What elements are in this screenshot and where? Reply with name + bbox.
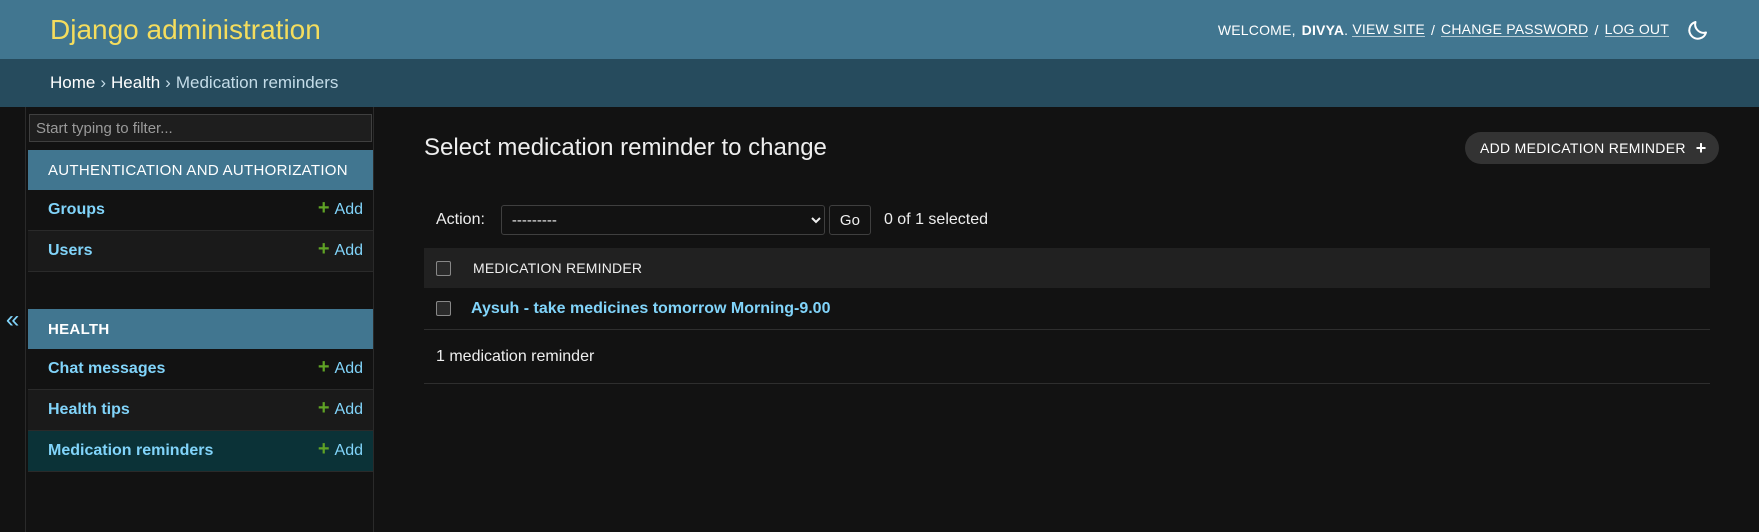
action-counter: 0 of 1 selected: [883, 211, 989, 228]
sidebar-item-groups: Groups + Add: [28, 190, 373, 231]
module-caption-health[interactable]: HEALTH: [28, 309, 373, 349]
add-label: Add: [334, 242, 363, 259]
add-label: Add: [334, 201, 363, 218]
breadcrumb-home[interactable]: Home: [50, 73, 95, 93]
username: DIVYA: [1301, 21, 1345, 38]
plus-icon: +: [317, 356, 330, 378]
breadcrumb-current: Medication reminders: [175, 73, 339, 92]
action-label: Action:: [436, 211, 485, 228]
separator: /: [1594, 21, 1599, 38]
page-title: Select medication reminder to change: [424, 134, 827, 161]
header: Django administration WELCOME, DIVYA. VI…: [0, 0, 1759, 59]
user-tools: WELCOME, DIVYA. VIEW SITE / CHANGE PASSW…: [1218, 17, 1711, 43]
breadcrumb: Home › Health › Medication reminders: [0, 59, 1759, 107]
toggle-sidebar-button[interactable]: «: [0, 107, 26, 532]
double-chevron-left-icon: «: [5, 305, 20, 333]
sidebar-item-users-link[interactable]: Users: [48, 242, 92, 260]
add-label: Add: [334, 442, 363, 459]
column-header-medication-reminder[interactable]: MEDICATION REMINDER: [473, 260, 642, 276]
site-name[interactable]: Django administration: [50, 14, 321, 46]
actions-bar: Action: --------- Go 0 of 1 selected: [424, 205, 988, 235]
action-select[interactable]: ---------: [500, 205, 825, 235]
add-label: Add: [334, 401, 363, 418]
sidebar-item-medication-reminders-link[interactable]: Medication reminders: [48, 442, 213, 460]
add-label: Add: [334, 360, 363, 377]
add-button-label: ADD MEDICATION REMINDER: [1480, 140, 1686, 156]
row-checkbox[interactable]: [436, 301, 451, 316]
select-all-checkbox[interactable]: [436, 260, 451, 276]
change-password-link[interactable]: CHANGE PASSWORD: [1441, 22, 1589, 37]
add-groups-link[interactable]: + Add: [317, 197, 363, 219]
nav-filter-input[interactable]: [29, 114, 372, 142]
sidebar-item-groups-link[interactable]: Groups: [48, 201, 105, 219]
separator: /: [1430, 21, 1436, 38]
table-header: MEDICATION REMINDER: [424, 248, 1710, 288]
add-medication-reminder-button[interactable]: ADD MEDICATION REMINDER +: [1465, 132, 1719, 164]
moon-icon: [1688, 20, 1707, 40]
table-row: Aysuh - take medicines tomorrow Morning-…: [424, 288, 1710, 330]
add-chat-messages-link[interactable]: + Add: [317, 356, 363, 378]
module-caption-auth[interactable]: AUTHENTICATION AND AUTHORIZATION: [28, 150, 373, 190]
plus-icon: +: [317, 397, 330, 419]
plus-icon: +: [1695, 137, 1707, 158]
sidebar: AUTHENTICATION AND AUTHORIZATION Groups …: [28, 107, 374, 532]
add-health-tips-link[interactable]: + Add: [317, 397, 363, 419]
plus-icon: +: [317, 438, 330, 460]
breadcrumb-health[interactable]: Health: [111, 73, 160, 93]
sidebar-item-users: Users + Add: [28, 231, 373, 272]
breadcrumb-separator: ›: [165, 73, 171, 92]
sidebar-item-chat-messages: Chat messages + Add: [28, 349, 373, 390]
view-site-link[interactable]: VIEW SITE: [1352, 22, 1425, 37]
sidebar-item-health-tips-link[interactable]: Health tips: [48, 401, 130, 419]
sidebar-item-medication-reminders: Medication reminders + Add: [28, 431, 373, 472]
log-out-link[interactable]: LOG OUT: [1604, 22, 1669, 37]
go-button[interactable]: Go: [828, 205, 871, 235]
add-medication-reminders-link[interactable]: + Add: [317, 438, 363, 460]
plus-icon: +: [317, 238, 330, 260]
paginator: 1 medication reminder: [424, 330, 1710, 384]
add-users-link[interactable]: + Add: [317, 238, 363, 260]
row-link[interactable]: Aysuh - take medicines tomorrow Morning-…: [471, 300, 830, 318]
breadcrumb-separator: ›: [100, 73, 107, 92]
welcome-text: WELCOME,: [1217, 21, 1296, 38]
theme-toggle-button[interactable]: [1685, 17, 1711, 43]
plus-icon: +: [317, 197, 330, 219]
sidebar-item-chat-messages-link[interactable]: Chat messages: [48, 360, 165, 378]
sidebar-item-health-tips: Health tips + Add: [28, 390, 373, 431]
